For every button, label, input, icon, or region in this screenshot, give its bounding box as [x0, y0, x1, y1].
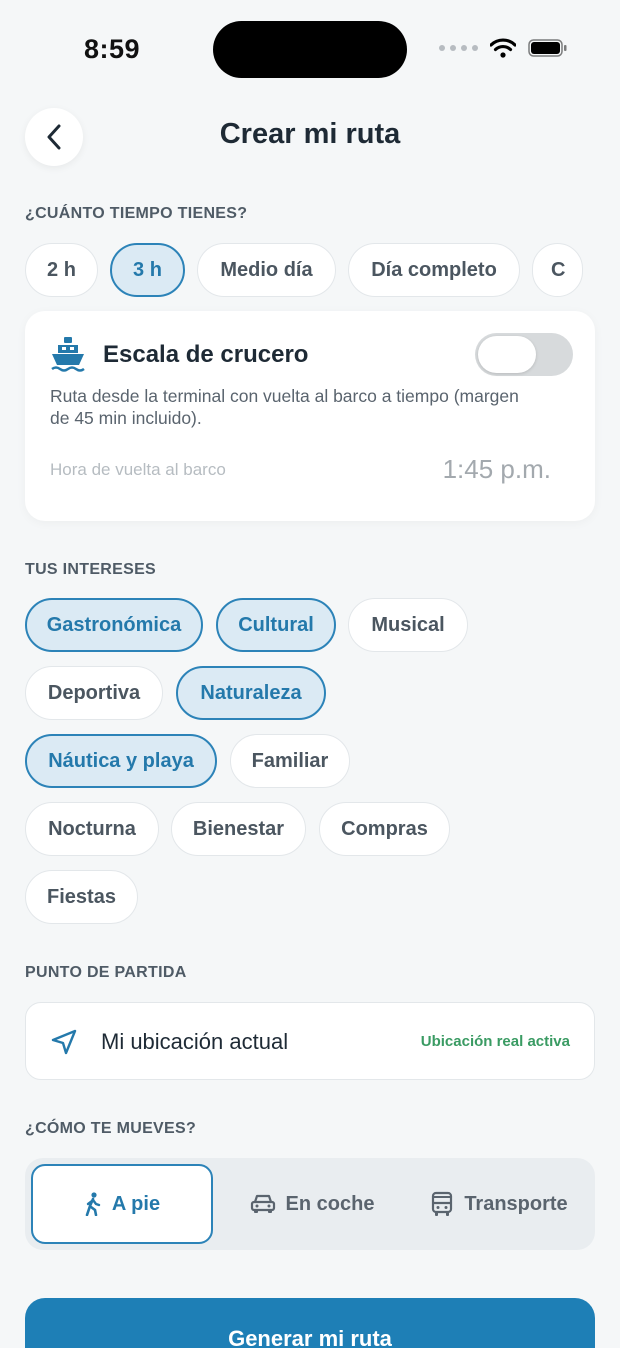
- dynamic-island: [213, 21, 407, 78]
- time-option-3h[interactable]: 3 h: [110, 243, 185, 297]
- location-status-badge: Ubicación real activa: [420, 1033, 570, 1050]
- interest-deportiva[interactable]: Deportiva: [25, 666, 163, 720]
- cruise-title: Escala de crucero: [103, 341, 309, 368]
- start-point-selector[interactable]: Mi ubicación actual Ubicación real activ…: [25, 1002, 595, 1080]
- wifi-icon: [490, 38, 516, 58]
- transport-public-label: Transporte: [464, 1192, 568, 1215]
- transport-section-label: ¿CÓMO TE MUEVES?: [25, 1120, 197, 1137]
- status-bar: 8:59: [0, 0, 620, 100]
- interest-nautica-playa[interactable]: Náutica y playa: [25, 734, 217, 788]
- cruise-description: Ruta desde la terminal con vuelta al bar…: [50, 386, 519, 428]
- interest-compras[interactable]: Compras: [319, 802, 450, 856]
- interest-bienestar[interactable]: Bienestar: [171, 802, 306, 856]
- interest-fiestas[interactable]: Fiestas: [25, 870, 138, 924]
- bus-icon: [432, 1191, 453, 1216]
- interest-gastronomica[interactable]: Gastronómica: [25, 598, 203, 652]
- interests-section-label: TUS INTERESES: [25, 561, 157, 578]
- time-option-more[interactable]: C: [532, 243, 583, 297]
- return-time-label: Hora de vuelta al barco: [50, 460, 226, 479]
- status-icons: [439, 38, 568, 58]
- interest-musical[interactable]: Musical: [348, 598, 468, 652]
- time-option-2h[interactable]: 2 h: [25, 243, 98, 297]
- return-time-value[interactable]: 1:45 p.m.: [443, 454, 551, 485]
- transport-walk-button[interactable]: A pie: [31, 1164, 213, 1244]
- transport-walk-label: A pie: [111, 1192, 161, 1215]
- page-title: Crear mi ruta: [219, 118, 401, 150]
- transport-car-label: En coche: [285, 1192, 375, 1215]
- start-point-section-label: PUNTO DE PARTIDA: [25, 964, 187, 981]
- transport-mode-selector: A pie En coche Transporte: [25, 1158, 595, 1250]
- transport-public-button[interactable]: Transporte: [409, 1164, 589, 1244]
- interest-cultural[interactable]: Cultural: [216, 598, 336, 652]
- time-option-half-day[interactable]: Medio día: [197, 243, 336, 297]
- cruise-card: Escala de crucero Ruta desde la terminal…: [25, 311, 595, 521]
- navigation-arrow-icon: [51, 1029, 77, 1055]
- walking-icon: [85, 1192, 101, 1216]
- interest-familiar[interactable]: Familiar: [230, 734, 350, 788]
- time-section-label: ¿CUÁNTO TIEMPO TIENES?: [25, 205, 248, 222]
- car-icon: [250, 1194, 275, 1213]
- cellular-signal-icon: [439, 45, 478, 51]
- time-option-full-day[interactable]: Día completo: [348, 243, 520, 297]
- battery-icon: [528, 39, 567, 57]
- interest-naturaleza[interactable]: Naturaleza: [176, 666, 326, 720]
- generate-route-button[interactable]: Generar mi ruta: [25, 1298, 595, 1348]
- ship-icon: [51, 337, 85, 372]
- interest-nocturna[interactable]: Nocturna: [25, 802, 159, 856]
- transport-car-button[interactable]: En coche: [221, 1164, 403, 1244]
- start-point-value: Mi ubicación actual: [101, 1029, 289, 1054]
- toggle-knob: [478, 336, 536, 373]
- status-time: 8:59: [84, 34, 141, 64]
- cruise-toggle[interactable]: [475, 333, 573, 376]
